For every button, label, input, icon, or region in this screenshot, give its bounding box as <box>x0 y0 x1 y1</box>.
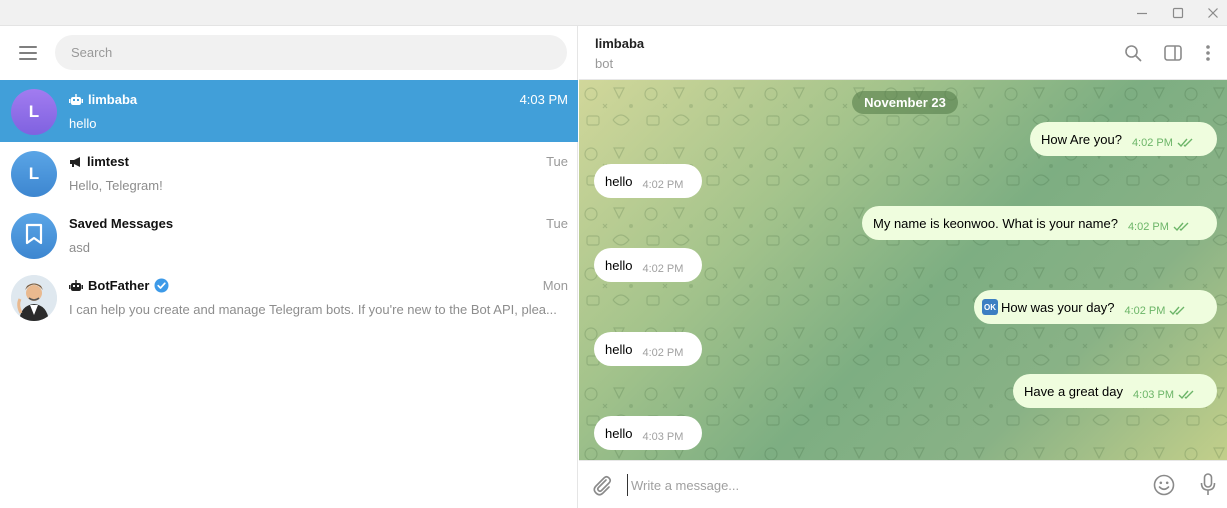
menu-icon[interactable] <box>17 43 39 63</box>
outgoing-message[interactable]: Have a great day 4:03 PM <box>1013 374 1217 408</box>
maximize-icon[interactable] <box>1161 0 1195 26</box>
chat-name-row: Saved Messages <box>69 216 173 231</box>
outgoing-message[interactable]: How Are you? 4:02 PM <box>1030 122 1217 156</box>
avatar <box>11 213 57 259</box>
chat-name-row: BotFather <box>69 278 169 293</box>
message-time: 4:03 PM <box>1133 389 1174 401</box>
avatar: L <box>11 151 57 197</box>
double-check-icon <box>1177 136 1195 151</box>
message-time: 4:02 PM <box>1131 137 1173 149</box>
message-text: Have a great day <box>1024 383 1124 399</box>
message-time: 4:02 PM <box>642 347 684 359</box>
message-text: hello <box>605 173 633 189</box>
message-time: 4:02 PM <box>1127 221 1169 233</box>
double-check-icon <box>1178 388 1196 403</box>
incoming-message[interactable]: hello 4:02 PM <box>594 164 702 198</box>
chat-item-saved-messages[interactable]: Saved Messages Tue asd <box>0 204 578 266</box>
conversation-panel: limbaba bot November 23 How Are you? 4:0… <box>579 26 1227 508</box>
incoming-message[interactable]: hello 4:02 PM <box>594 248 702 282</box>
message-time: 4:02 PM <box>642 179 684 191</box>
message-text: hello <box>605 341 633 357</box>
message-time: 4:02 PM <box>642 263 684 275</box>
microphone-icon[interactable] <box>1195 472 1221 498</box>
message-text: My name is keonwoo. What is your name? <box>873 215 1118 231</box>
botfather-avatar-image <box>11 275 57 321</box>
outgoing-message[interactable]: My name is keonwoo. What is your name? 4… <box>862 206 1217 240</box>
search-input[interactable] <box>55 35 567 70</box>
chat-item-botfather[interactable]: BotFather Mon I can help you create and … <box>0 266 578 328</box>
attach-icon[interactable] <box>589 472 615 498</box>
chat-preview: I can help you create and manage Telegra… <box>69 302 557 317</box>
chat-item-limtest[interactable]: L limtest Tue Hello, Telegram! <box>0 142 578 204</box>
ok-emoji-icon: OK <box>982 299 998 315</box>
message-composer <box>579 460 1227 508</box>
incoming-message[interactable]: hello 4:02 PM <box>594 332 702 366</box>
chat-list-panel: L limbaba 4:03 PM hello L limtest T <box>0 26 578 508</box>
more-options-icon[interactable] <box>1196 41 1220 65</box>
chat-name-row: limbaba <box>69 92 137 107</box>
peer-status: bot <box>595 56 614 71</box>
chat-list-header <box>0 26 578 80</box>
minimize-icon[interactable] <box>1125 0 1159 26</box>
message-area[interactable]: November 23 How Are you? 4:02 PM hello 4… <box>579 80 1227 460</box>
conversation-header: limbaba bot <box>579 26 1227 80</box>
chat-list: L limbaba 4:03 PM hello L limtest Tue He… <box>0 80 578 328</box>
chat-time: 4:03 PM <box>519 92 568 107</box>
message-text: hello <box>605 425 633 441</box>
message-text: hello <box>605 257 633 273</box>
message-time: 4:03 PM <box>642 431 684 443</box>
chat-preview: hello <box>69 116 97 131</box>
chat-preview: asd <box>69 240 90 255</box>
sidebar-toggle-icon[interactable] <box>1161 41 1185 65</box>
avatar-initial: L <box>28 102 40 121</box>
bot-icon <box>69 93 83 106</box>
chat-name: limbaba <box>88 92 138 107</box>
peer-name[interactable]: limbaba <box>595 36 644 51</box>
close-icon[interactable] <box>1196 0 1227 26</box>
window-titlebar <box>0 0 1227 26</box>
message-text: How was your day? <box>1001 299 1115 315</box>
chat-name: BotFather <box>88 278 150 293</box>
bot-icon <box>69 279 83 292</box>
megaphone-icon <box>69 156 82 168</box>
incoming-message[interactable]: hello 4:03 PM <box>594 416 702 450</box>
double-check-icon <box>1169 304 1187 319</box>
double-check-icon <box>1173 220 1191 235</box>
bookmark-icon <box>25 223 43 250</box>
search-icon[interactable] <box>1121 41 1145 65</box>
message-input[interactable] <box>627 474 1127 496</box>
chat-name: Saved Messages <box>69 216 174 231</box>
outgoing-message[interactable]: OK How was your day? 4:02 PM <box>974 290 1217 324</box>
message-text: How Are you? <box>1041 131 1122 147</box>
emoji-icon[interactable] <box>1151 472 1177 498</box>
chat-time: Mon <box>542 278 568 293</box>
chat-name-row: limtest <box>69 154 129 169</box>
chat-preview: Hello, Telegram! <box>69 178 163 193</box>
chat-name: limtest <box>87 154 129 169</box>
avatar: L <box>11 89 57 135</box>
verified-badge-icon <box>154 278 169 293</box>
chat-time: Tue <box>546 154 568 169</box>
avatar <box>11 275 57 321</box>
chat-item-limbaba[interactable]: L limbaba 4:03 PM hello <box>0 80 578 142</box>
chat-time: Tue <box>546 216 568 231</box>
message-time: 4:02 PM <box>1124 305 1166 317</box>
date-badge: November 23 <box>852 91 958 114</box>
avatar-initial: L <box>28 164 40 183</box>
